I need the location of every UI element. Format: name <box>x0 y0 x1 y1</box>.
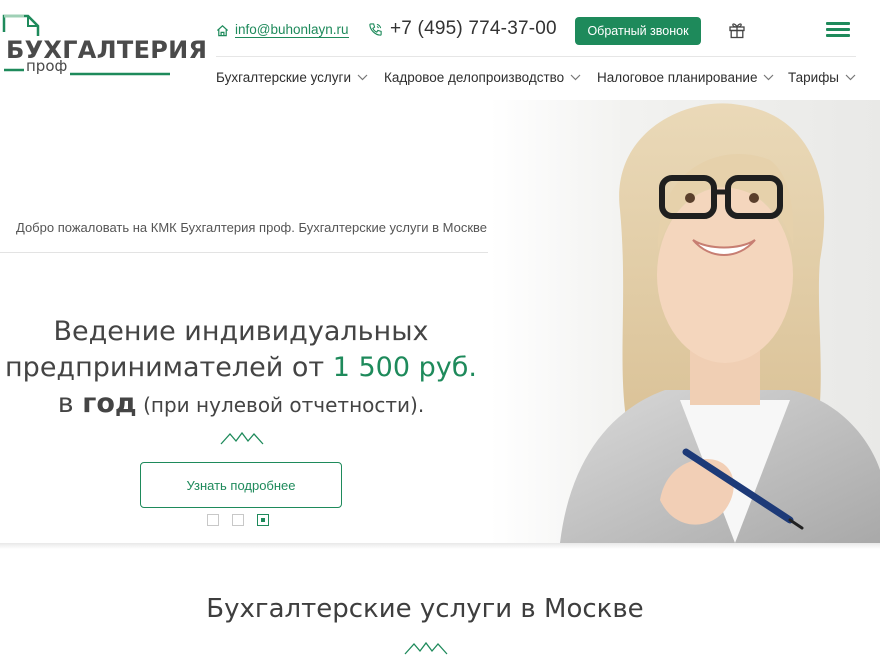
logo-subtitle: проф <box>26 57 68 75</box>
hero-shadow <box>0 543 880 549</box>
nav-item-label: Налоговое планирование <box>597 70 758 85</box>
headline-note: (при нулевой отчетности). <box>136 393 425 417</box>
nav-item-label: Кадровое делопроизводство <box>384 70 565 85</box>
chevron-down-icon <box>845 74 856 81</box>
main-nav: Бухгалтерские услуги Кадровое делопроизв… <box>216 70 876 88</box>
gift-icon[interactable] <box>728 21 746 39</box>
slider-dot-1[interactable] <box>207 514 219 526</box>
hero-photo <box>490 100 880 543</box>
email-link[interactable]: info@buhonlayn.ru <box>235 22 349 38</box>
chevron-down-icon <box>357 74 368 81</box>
chevron-down-icon <box>570 74 581 81</box>
nav-item-label: Тарифы <box>788 70 840 85</box>
callback-button[interactable]: Обратный звонок <box>575 17 701 45</box>
mountain-ornament-icon <box>220 431 264 445</box>
phone-icon <box>369 22 382 36</box>
chevron-down-icon <box>764 74 774 81</box>
mountain-ornament-icon <box>404 641 448 655</box>
nav-item-tax-planning[interactable]: Налоговое планирование <box>597 70 774 85</box>
slider-pagination <box>207 514 269 526</box>
nav-item-hr-records[interactable]: Кадровое делопроизводство <box>384 70 581 85</box>
welcome-text: Добро пожаловать на КМК Бухгалтерия проф… <box>16 220 488 235</box>
hero-headline: Ведение индивидуальных предпринимателей … <box>0 314 482 423</box>
learn-more-button[interactable]: Узнать подробнее <box>140 462 342 508</box>
header-divider <box>216 56 856 57</box>
email-contact: info@buhonlayn.ru <box>216 22 349 38</box>
contact-row: info@buhonlayn.ru +7 (495) 774-37-00 Обр… <box>216 16 856 45</box>
services-title: Бухгалтерские услуги в Москве <box>206 594 644 624</box>
welcome-divider <box>0 252 488 253</box>
nav-item-label: Бухгалтерские услуги <box>216 70 352 85</box>
headline-price: 1 500 руб. <box>332 352 477 383</box>
home-icon <box>216 24 229 36</box>
slider-dot-2[interactable] <box>232 514 244 526</box>
menu-icon[interactable] <box>826 22 850 38</box>
nav-item-tariffs[interactable]: Тарифы <box>788 70 856 85</box>
phone-number[interactable]: +7 (495) 774-37-00 <box>390 18 557 40</box>
slider-dot-3[interactable] <box>257 514 269 526</box>
logo[interactable]: БУХГАЛТЕРИЯ проф <box>0 10 207 78</box>
site-header: БУХГАЛТЕРИЯ проф info@buhonlayn.ru +7 (4… <box>0 0 880 100</box>
hero-slider: Добро пожаловать на КМК Бухгалтерия проф… <box>0 100 880 543</box>
nav-item-accounting-services[interactable]: Бухгалтерские услуги <box>216 70 368 85</box>
phone-contact: +7 (495) 774-37-00 <box>368 18 557 40</box>
headline-year: год <box>82 388 137 419</box>
headline-part2: в <box>57 388 83 419</box>
